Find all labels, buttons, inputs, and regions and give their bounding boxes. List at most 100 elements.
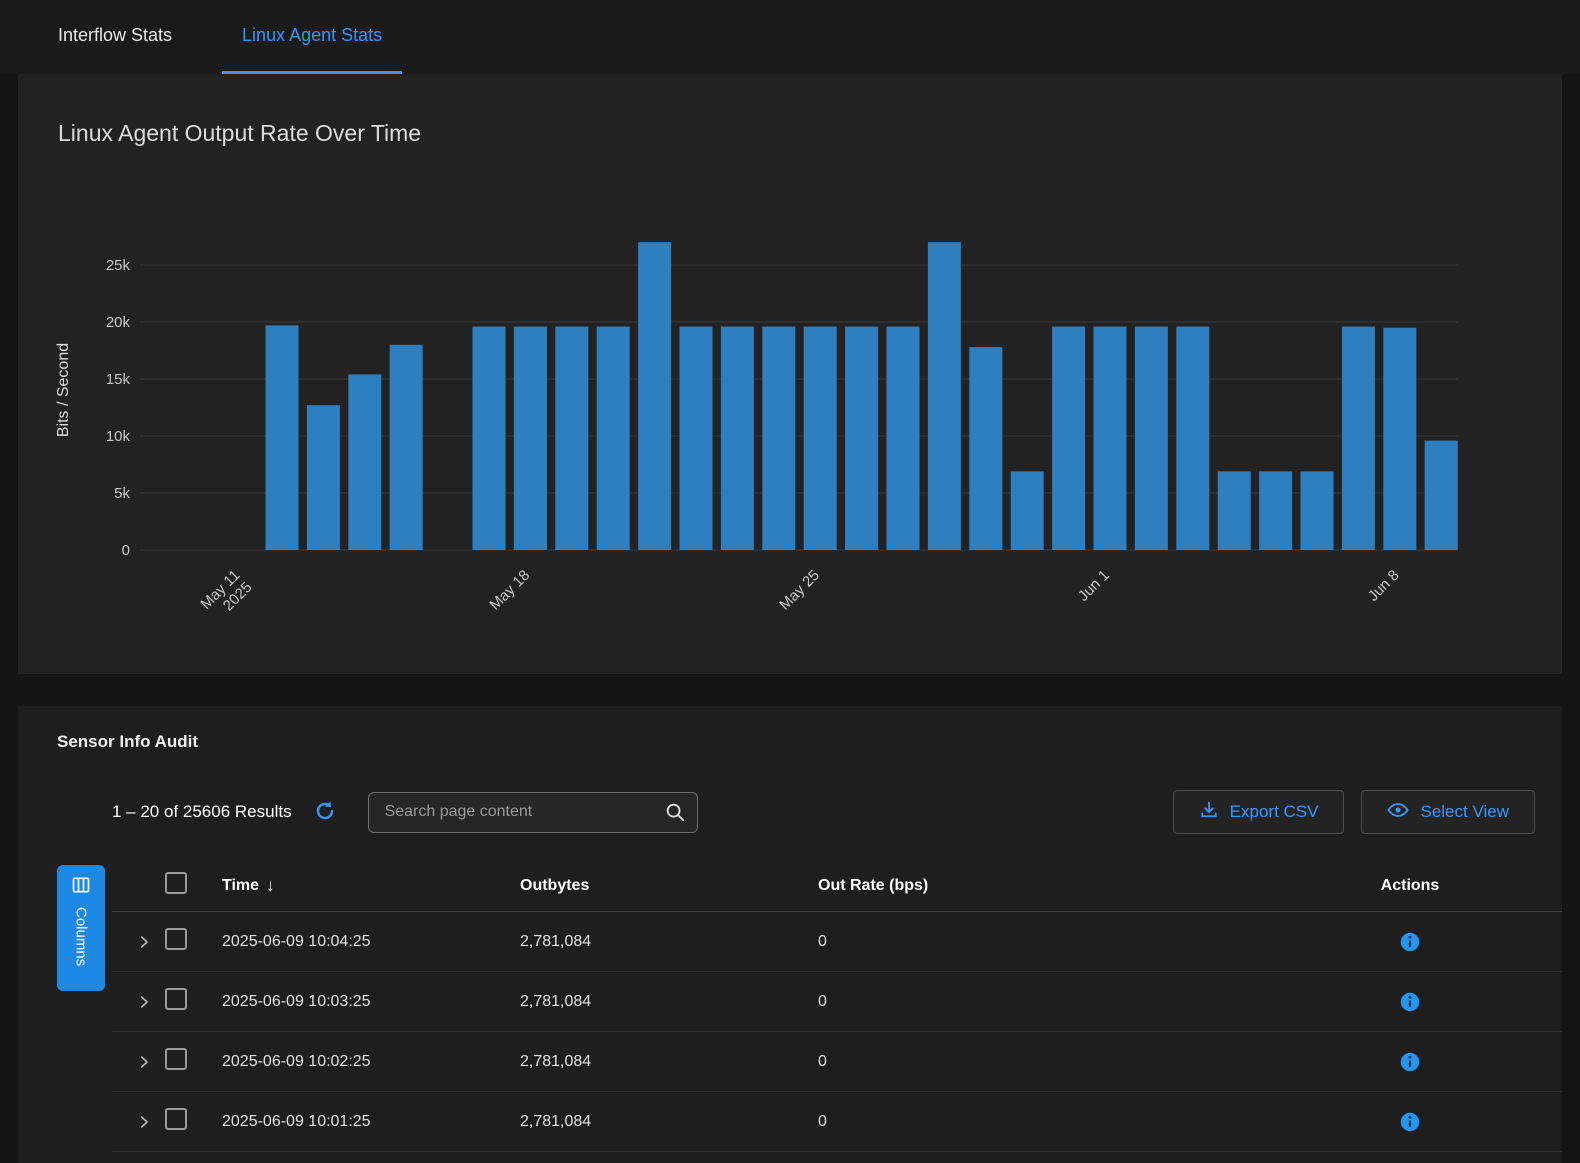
cell-outrate: 0 <box>818 1113 1258 1131</box>
y-tick-label: 20k <box>106 314 131 331</box>
table-header-row: Time ↓ Outbytes Out Rate (bps) Actions <box>112 860 1562 912</box>
chart-bar <box>721 327 754 550</box>
table-row: 2025-06-09 10:03:252,781,0840 <box>112 972 1562 1032</box>
table-row: 2025-06-09 10:04:252,781,0840 <box>112 912 1562 972</box>
row-checkbox[interactable] <box>165 1048 187 1070</box>
row-checkbox[interactable] <box>165 928 187 950</box>
chart-bar <box>762 327 795 550</box>
chart-bar <box>348 374 381 550</box>
refresh-button[interactable] <box>310 797 340 827</box>
chart-bar <box>1259 471 1292 550</box>
search-input[interactable] <box>368 792 698 833</box>
columns-button-label: Columns <box>73 907 90 966</box>
columns-button[interactable]: Columns <box>57 865 105 991</box>
row-checkbox-cell <box>162 988 222 1015</box>
chart-bar <box>1218 471 1251 550</box>
chart-bar <box>1176 327 1209 550</box>
row-checkbox-cell <box>162 1108 222 1135</box>
row-expand-chevron-icon[interactable] <box>136 994 152 1010</box>
chart-bar <box>1135 327 1168 550</box>
table-row: 2025-06-09 10:01:252,781,0840 <box>112 1092 1562 1152</box>
results-count: 1 – 20 of 25606 Results <box>112 802 292 822</box>
export-csv-label: Export CSV <box>1230 802 1319 822</box>
tab-linux-agent-stats[interactable]: Linux Agent Stats <box>222 0 402 74</box>
chart-bar <box>514 327 547 550</box>
cell-outbytes: 2,781,084 <box>520 993 818 1011</box>
cell-outbytes: 2,781,084 <box>520 933 818 951</box>
table-columns-icon <box>71 875 91 898</box>
search-box <box>368 792 698 833</box>
row-info-icon[interactable] <box>1400 932 1420 952</box>
y-axis-label: Bits / Second <box>55 343 72 437</box>
chart-bar <box>638 242 671 550</box>
x-tick-label: May 112025 <box>197 567 255 625</box>
search-icon[interactable] <box>664 801 686 828</box>
chart-panel: Linux Agent Output Rate Over Time 0 5k 10k… <box>18 74 1562 674</box>
chart-bar <box>597 327 630 550</box>
y-tick-label: 15k <box>106 371 131 388</box>
column-header-outbytes[interactable]: Outbytes <box>520 877 818 895</box>
table-body: 2025-06-09 10:04:252,781,08402025-06-09 … <box>18 912 1562 1152</box>
column-header-time-label: Time <box>222 877 259 895</box>
chart-bar <box>887 327 920 550</box>
row-info-icon[interactable] <box>1400 1112 1420 1132</box>
column-header-time[interactable]: Time ↓ <box>222 876 520 896</box>
cell-time: 2025-06-09 10:04:25 <box>222 933 520 951</box>
cell-time: 2025-06-09 10:01:25 <box>222 1113 520 1131</box>
cell-outbytes: 2,781,084 <box>520 1113 818 1131</box>
chart-bar <box>555 327 588 550</box>
chart-bar <box>845 327 878 550</box>
chart-bar <box>969 347 1002 550</box>
chart-bar <box>1094 327 1127 550</box>
chart-bar <box>804 327 837 550</box>
chart-bar <box>1383 328 1416 550</box>
tab-interflow-stats[interactable]: Interflow Stats <box>38 0 192 74</box>
x-tick-label: May 18 <box>486 567 533 614</box>
sort-desc-icon: ↓ <box>266 876 275 896</box>
cell-outrate: 0 <box>818 993 1258 1011</box>
cell-time: 2025-06-09 10:02:25 <box>222 1053 520 1071</box>
y-tick-label: 0 <box>122 542 130 559</box>
y-tick-label: 10k <box>106 428 131 445</box>
select-all-checkbox[interactable] <box>165 872 187 894</box>
cell-outbytes: 2,781,084 <box>520 1053 818 1071</box>
x-tick-label: Jun 8 <box>1365 567 1403 605</box>
cell-outrate: 0 <box>818 1053 1258 1071</box>
export-csv-button[interactable]: Export CSV <box>1173 790 1345 834</box>
column-header-outrate[interactable]: Out Rate (bps) <box>818 877 1258 895</box>
row-checkbox-cell <box>162 1048 222 1075</box>
row-info-icon[interactable] <box>1400 1052 1420 1072</box>
chart-bar <box>1011 471 1044 550</box>
row-expand-chevron-icon[interactable] <box>136 1054 152 1070</box>
select-view-label: Select View <box>1420 802 1509 822</box>
cell-time: 2025-06-09 10:03:25 <box>222 993 520 1011</box>
row-expand-chevron-icon[interactable] <box>136 934 152 950</box>
sensor-info-audit-panel: Sensor Info Audit 1 – 20 of 25606 Result… <box>18 706 1562 1163</box>
row-info-icon[interactable] <box>1400 992 1420 1012</box>
y-tick-label: 5k <box>114 485 130 502</box>
chart-bar <box>1342 327 1375 550</box>
x-tick-label: May 25 <box>776 567 823 614</box>
chart-title: Linux Agent Output Rate Over Time <box>58 120 421 147</box>
chart-bar <box>1301 471 1334 550</box>
header-checkbox-cell <box>162 872 222 899</box>
x-tick-label: Jun 1 <box>1075 567 1113 605</box>
row-expand-chevron-icon[interactable] <box>136 1114 152 1130</box>
y-tick-label: 25k <box>106 257 131 274</box>
audit-toolbar: 1 – 20 of 25606 Results Export CSV <box>18 790 1562 834</box>
row-checkbox[interactable] <box>165 1108 187 1130</box>
refresh-icon <box>313 799 337 826</box>
chart-bar <box>307 405 340 550</box>
chart-bar <box>390 345 423 550</box>
eye-icon <box>1387 799 1409 826</box>
toolbar-actions: Export CSV Select View <box>1173 790 1535 834</box>
chart-bar <box>680 327 713 550</box>
row-checkbox[interactable] <box>165 988 187 1010</box>
chart-bar <box>266 325 299 550</box>
row-checkbox-cell <box>162 928 222 955</box>
cell-outrate: 0 <box>818 933 1258 951</box>
column-header-actions: Actions <box>1258 877 1562 895</box>
output-rate-bar-chart: 0 5k 10k 15k 20k 25k May 112025 May 18 May 25 Jun… <box>18 184 1562 664</box>
chart-bar <box>928 242 961 550</box>
select-view-button[interactable]: Select View <box>1361 790 1535 834</box>
